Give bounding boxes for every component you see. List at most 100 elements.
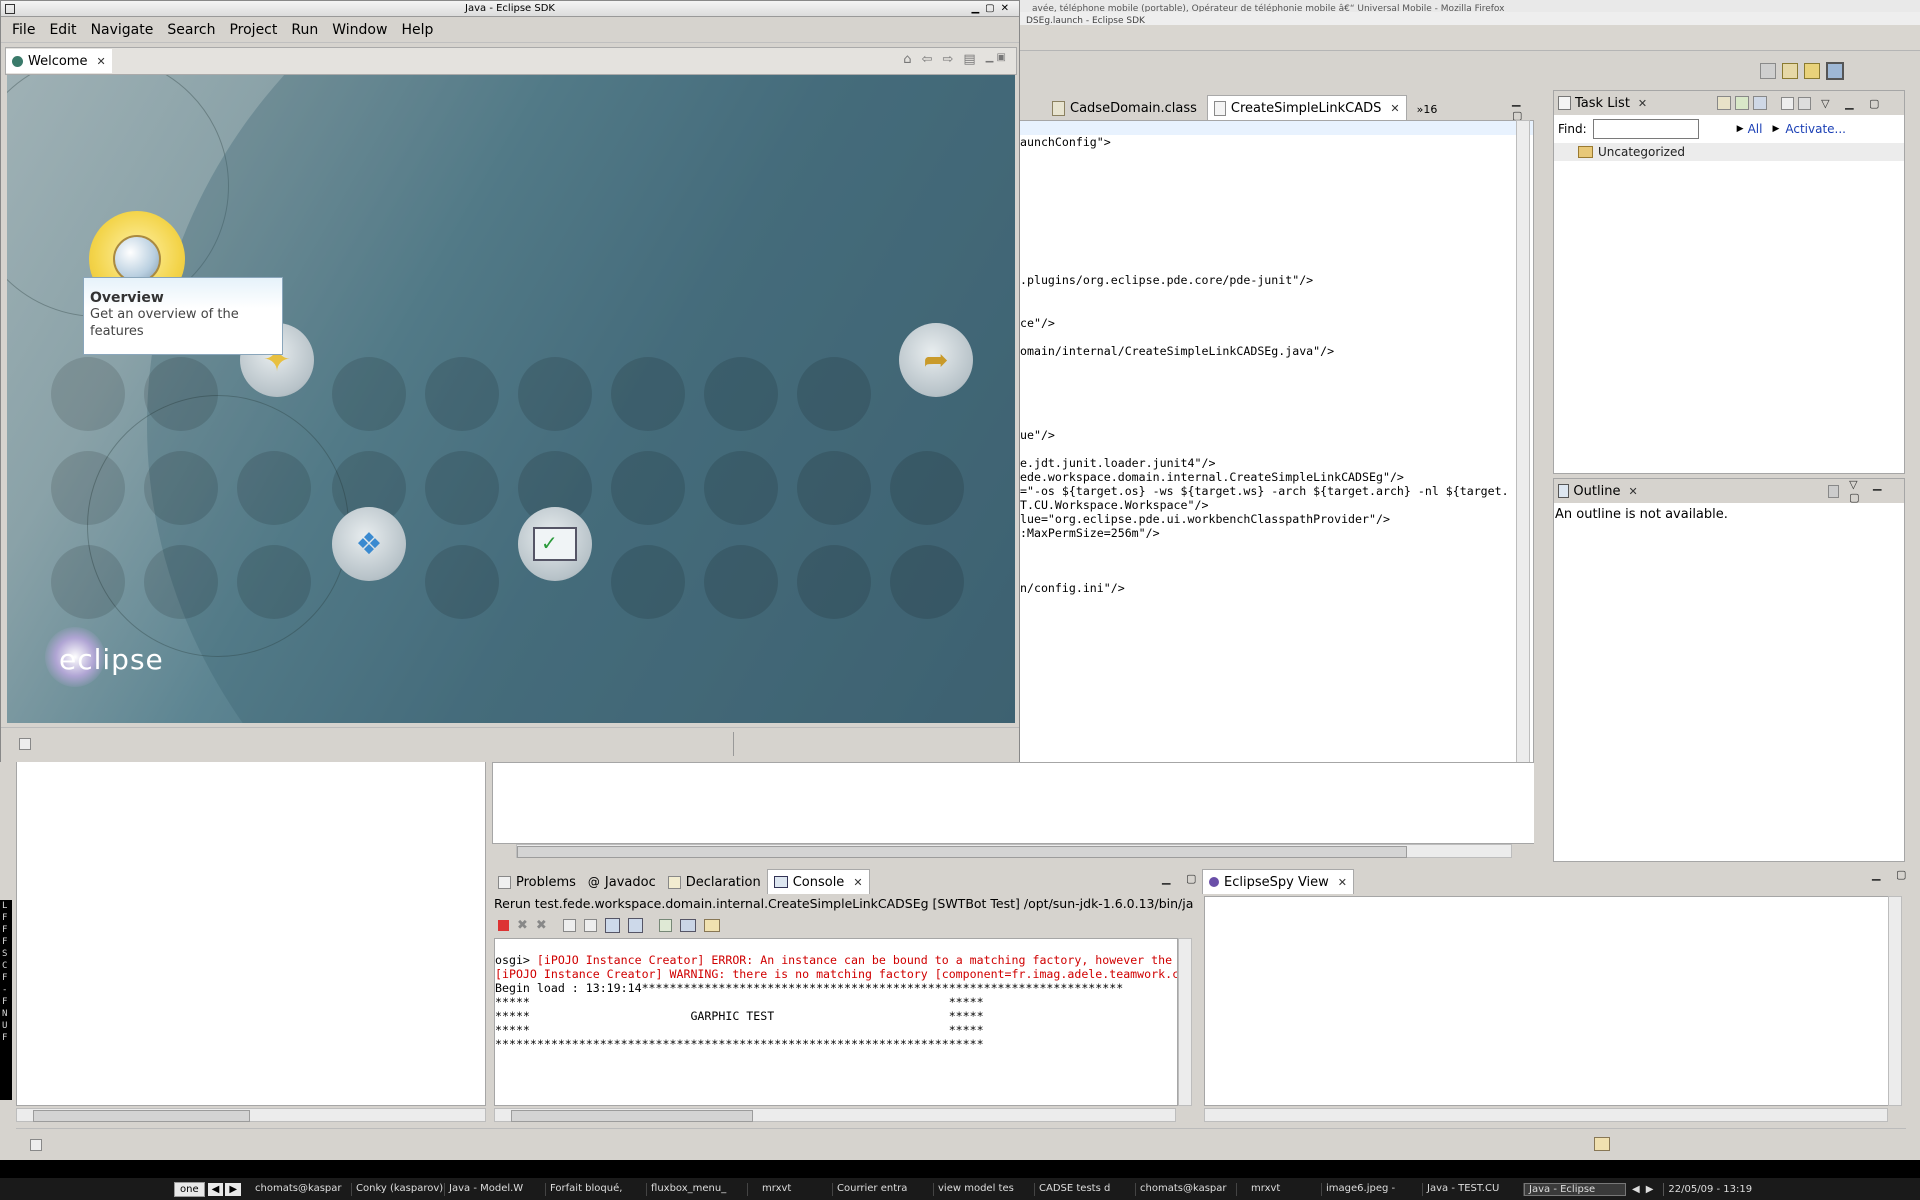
menu-project[interactable]: Project — [222, 22, 284, 38]
taskbar-items: chomats@kaspar Conky (kasparov) Java - M… — [251, 1182, 1627, 1196]
editor-vertical-scrollbar[interactable] — [1516, 120, 1530, 840]
collapse-all-icon[interactable] — [1781, 96, 1795, 110]
menu-run[interactable]: Run — [284, 22, 325, 38]
show-stdout-icon[interactable] — [604, 917, 620, 933]
workspace-prev-icon[interactable]: ◀ — [207, 1182, 224, 1196]
editor-tab-cadsedomain[interactable]: CadseDomain.class — [1046, 96, 1203, 120]
find-input[interactable] — [1592, 119, 1699, 139]
all-link[interactable]: All — [1748, 122, 1763, 136]
scrollbar-thumb[interactable] — [511, 1110, 753, 1122]
taskbar-item[interactable]: mrxvt — [748, 1182, 834, 1196]
focus-icon[interactable] — [1798, 96, 1812, 110]
view-min-max[interactable]: ▁ ▣ — [986, 52, 1006, 67]
activate-link[interactable]: Activate... — [1785, 122, 1846, 136]
taskbar-item[interactable]: Java - TEST.CU — [1423, 1182, 1525, 1196]
tab-welcome[interactable]: Welcome ✕ — [6, 49, 112, 73]
window-controls[interactable]: ▁▢✕ — [971, 1, 1015, 16]
editor-horizontal-scrollbar[interactable] — [516, 844, 1512, 858]
new-task-icon[interactable] — [1717, 96, 1732, 110]
tab-javadoc[interactable]: @ Javadoc — [582, 870, 662, 894]
taskbar-item[interactable]: mrxvt — [1237, 1182, 1323, 1196]
tab-declaration[interactable]: Declaration — [662, 870, 767, 894]
taskbar-next-icon[interactable]: ▶ — [1646, 1184, 1654, 1195]
pde-perspective-icon[interactable] — [1804, 63, 1820, 79]
sync-icon[interactable] — [1735, 96, 1750, 110]
remove-all-icon[interactable]: ✖ — [536, 918, 547, 933]
open-console-icon[interactable] — [703, 918, 720, 932]
taskbar-item[interactable]: CADSE tests d — [1035, 1182, 1137, 1196]
close-icon[interactable]: ✕ — [1390, 102, 1399, 115]
spy-min-max[interactable]: ▁ ▢ — [1872, 868, 1912, 881]
status-icon[interactable] — [1594, 1137, 1610, 1151]
editor-tab-createsimplelink[interactable]: CreateSimpleLinkCADS ✕ — [1206, 95, 1407, 120]
menu-navigate[interactable]: Navigate — [84, 22, 161, 38]
console-horizontal-scrollbar[interactable] — [494, 1108, 1176, 1122]
tab-eclipsespy[interactable]: EclipseSpy View ✕ — [1202, 869, 1355, 894]
more-tabs-button[interactable]: »16 — [1417, 103, 1438, 116]
editor-min-max[interactable]: ▁ ▢ — [1512, 93, 1552, 122]
taskbar-item[interactable]: Conky (kasparov) — [352, 1182, 446, 1196]
java-perspective-icon[interactable] — [1826, 62, 1844, 80]
close-icon[interactable]: ✕ — [1338, 876, 1347, 889]
terminate-icon[interactable] — [498, 919, 509, 931]
menu-edit[interactable]: Edit — [42, 22, 83, 38]
restore-welcome-icon[interactable]: ▤ — [963, 52, 975, 67]
tab-console[interactable]: Console ✕ — [766, 869, 870, 894]
task-category-row[interactable]: Uncategorized — [1554, 143, 1904, 161]
close-icon[interactable]: ✕ — [853, 876, 862, 889]
home-icon[interactable]: ⌂ — [903, 52, 911, 67]
window-menu-icon[interactable] — [5, 4, 15, 14]
pin-console-icon[interactable] — [658, 918, 672, 932]
left-horizontal-scrollbar[interactable] — [16, 1108, 486, 1122]
remove-launch-icon[interactable]: ✖ — [517, 918, 528, 933]
taskbar-item[interactable]: fluxbox_menu_ — [647, 1182, 749, 1196]
taskbar-item[interactable]: Forfait bloqué, — [546, 1182, 648, 1196]
show-stderr-icon[interactable] — [627, 917, 643, 933]
samples-button[interactable]: ❖ — [332, 507, 406, 581]
taskbar-item[interactable]: chomats@kaspar — [1136, 1182, 1238, 1196]
fast-view-icon[interactable] — [30, 1139, 42, 1151]
display-console-icon[interactable] — [679, 918, 696, 932]
scroll-lock-icon[interactable] — [583, 918, 597, 932]
console-vertical-scrollbar[interactable] — [1178, 938, 1192, 1106]
eclipsespy-content[interactable] — [1204, 896, 1890, 1106]
spy-vertical-scrollbar[interactable] — [1888, 896, 1902, 1106]
taskbar-item[interactable]: view model tes — [934, 1182, 1036, 1196]
clear-console-icon[interactable] — [562, 918, 576, 932]
perspective-switcher[interactable] — [1760, 60, 1860, 82]
debug-perspective-icon[interactable] — [1782, 63, 1798, 79]
open-perspective-icon[interactable] — [1760, 63, 1776, 79]
fast-view-icon[interactable] — [19, 738, 31, 750]
scrollbar-thumb[interactable] — [33, 1110, 250, 1122]
console-min-max[interactable]: ▁ ▢ — [1162, 872, 1202, 885]
menu-search[interactable]: Search — [160, 22, 222, 38]
view-menu-icon[interactable]: ▽ ▁ ▢ — [1821, 97, 1885, 110]
taskbar-item[interactable]: image6.jpeg - — [1322, 1182, 1424, 1196]
workbench-button[interactable]: ✓ — [518, 507, 592, 581]
whats-new-button[interactable]: ➦ — [899, 323, 973, 397]
menu-file[interactable]: File — [5, 22, 42, 38]
taskbar-item[interactable]: chomats@kaspar — [251, 1182, 353, 1196]
taskbar-item[interactable]: Courrier entra — [833, 1182, 935, 1196]
close-icon[interactable]: ✕ — [96, 55, 105, 68]
outline-settings-icon[interactable] — [1827, 484, 1840, 498]
back-icon[interactable]: ⇦ — [922, 52, 933, 67]
menu-help[interactable]: Help — [394, 22, 440, 38]
menu-window[interactable]: Window — [325, 22, 394, 38]
scrollbar-thumb[interactable] — [517, 846, 1407, 858]
categorize-icon[interactable] — [1753, 96, 1768, 110]
forward-icon[interactable]: ⇨ — [942, 52, 953, 67]
workspace-next-icon[interactable]: ▶ — [225, 1182, 242, 1196]
workspace-name[interactable]: one — [174, 1181, 205, 1197]
close-icon[interactable]: ✕ — [1628, 485, 1637, 498]
spy-horizontal-scrollbar[interactable] — [1204, 1108, 1888, 1122]
taskbar-item-active[interactable]: Java - Eclipse — [1524, 1182, 1627, 1196]
tab-problems[interactable]: Problems — [492, 870, 582, 894]
welcome-tab-bar: Welcome ✕ ⌂ ⇦ ⇨ ▤ ▁ ▣ — [5, 47, 1017, 75]
close-icon[interactable]: ✕ — [1638, 97, 1647, 110]
outline-view: Outline ✕ ▽ ▁ ▢ An outline is not availa… — [1553, 478, 1905, 862]
taskbar-prev-icon[interactable]: ◀ — [1632, 1184, 1640, 1195]
taskbar-item[interactable]: Java - Model.W — [445, 1182, 547, 1196]
view-menu-icon[interactable]: ▽ ▁ ▢ — [1849, 478, 1904, 504]
console-output[interactable]: osgi> [iPOJO Instance Creator] ERROR: An… — [494, 938, 1178, 1106]
